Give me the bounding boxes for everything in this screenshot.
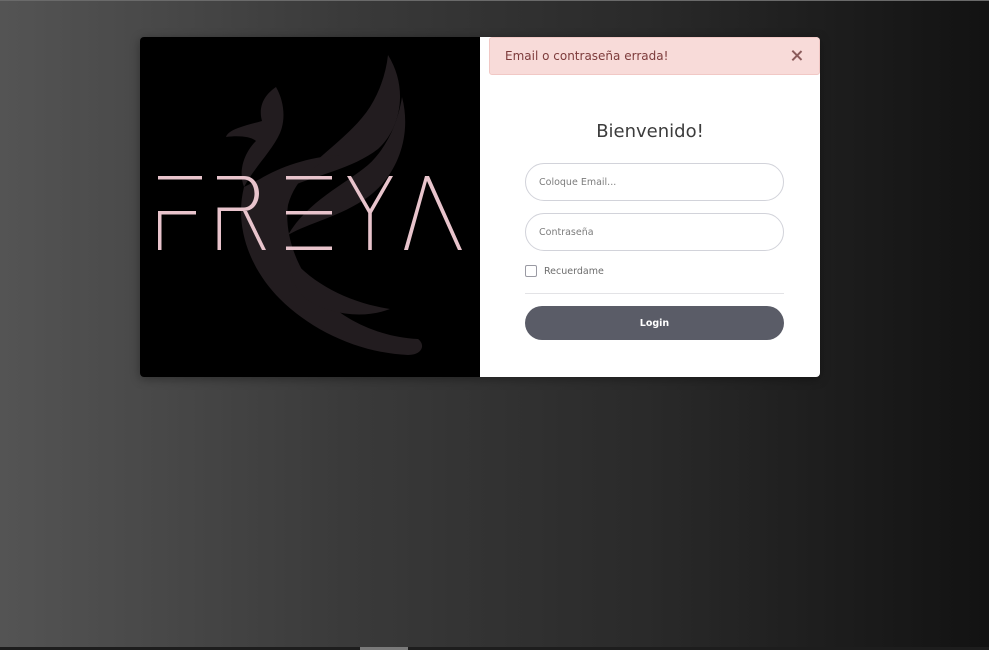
form-divider: [525, 293, 784, 294]
email-field[interactable]: [525, 163, 784, 201]
alert-message: Email o contraseña errada!: [505, 49, 669, 63]
close-icon[interactable]: [790, 49, 804, 63]
freya-wordmark: [158, 176, 462, 250]
remember-me-label: Recuerdame: [544, 265, 604, 277]
login-card: Email o contraseña errada! Bienvenido! R…: [140, 37, 820, 377]
login-button[interactable]: Login: [525, 306, 784, 340]
welcome-title: Bienvenido!: [596, 121, 704, 142]
brand-panel: [140, 37, 480, 377]
remember-me-row[interactable]: Recuerdame: [525, 265, 604, 277]
error-alert: Email o contraseña errada!: [489, 37, 820, 75]
login-form-panel: Email o contraseña errada! Bienvenido! R…: [480, 37, 820, 377]
window-top-border: [0, 0, 989, 1]
remember-me-checkbox[interactable]: [525, 265, 537, 277]
password-field[interactable]: [525, 213, 784, 251]
freya-logo: [158, 55, 462, 355]
